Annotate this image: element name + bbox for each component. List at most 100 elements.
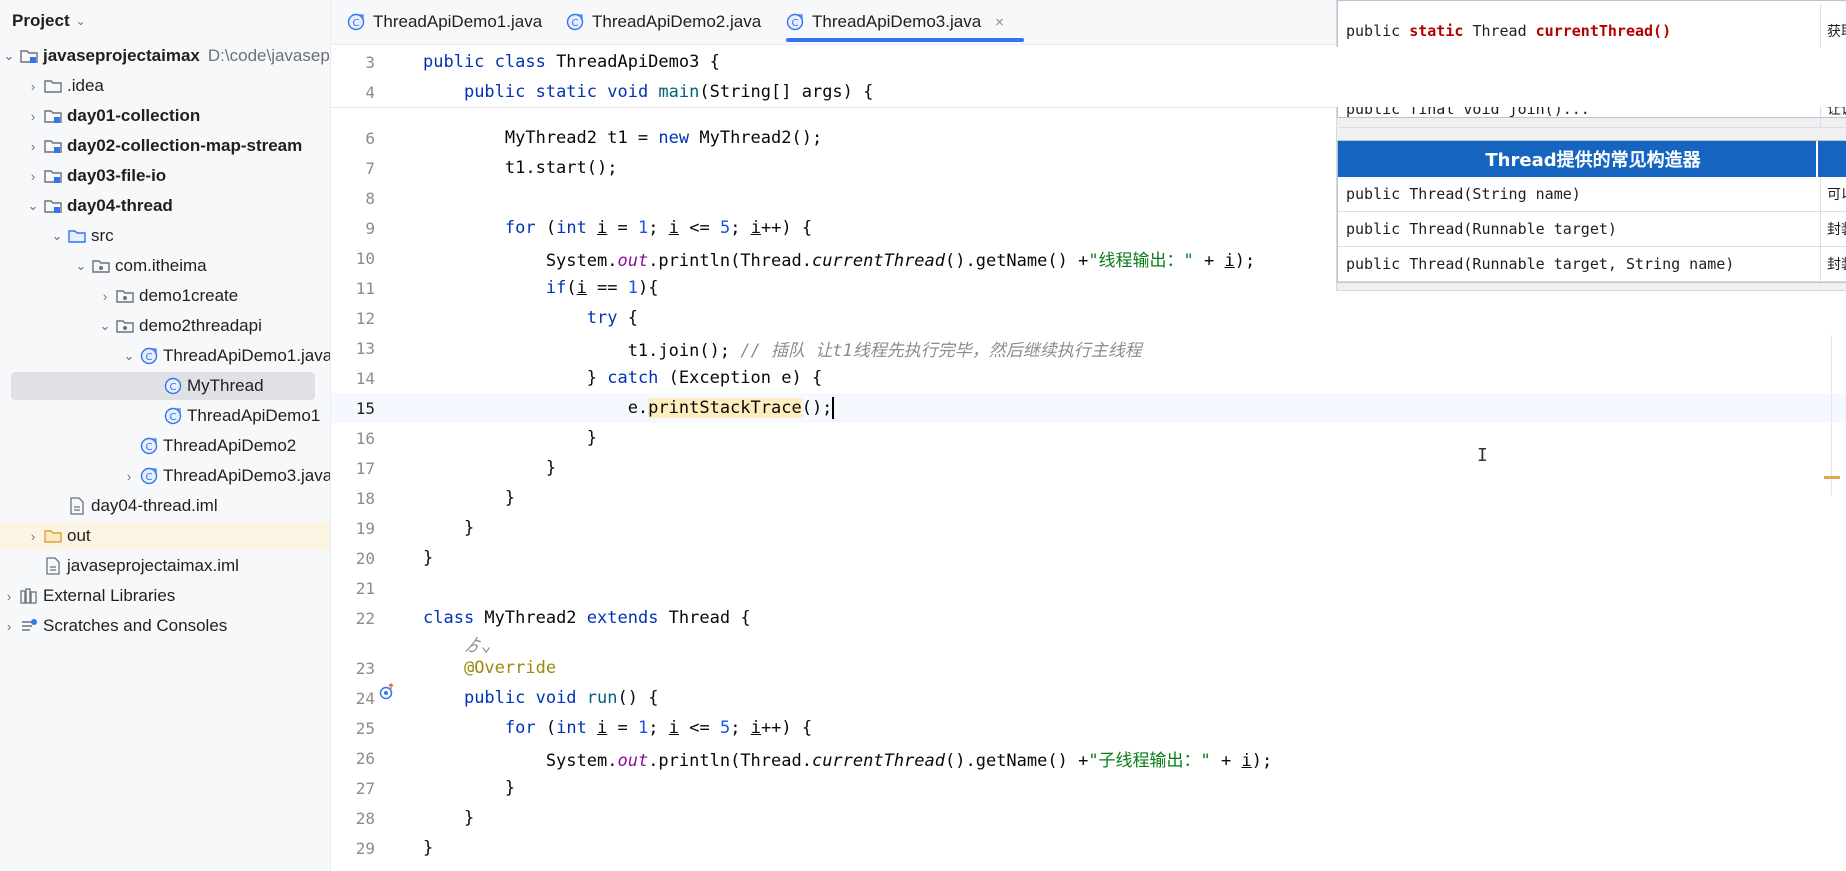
- code-line[interactable]: 13 t1.join(); // 插队 让t1线程先执行完毕，然后继续执行主线程: [331, 333, 1846, 363]
- tree-item-label: day03-file-io: [67, 166, 167, 185]
- tree-item[interactable]: › Scratches and Consoles: [0, 612, 330, 640]
- code-line[interactable]: 23 @Override: [331, 653, 1846, 683]
- tree-item-label: javaseprojectaimax: [43, 46, 200, 65]
- tree-item[interactable]: javaseprojectaimax.iml: [0, 552, 330, 580]
- inlay-hint-row[interactable]: ゟ⌄: [331, 633, 1846, 656]
- code-line[interactable]: 12 try {: [331, 303, 1846, 333]
- code-line[interactable]: 19 }: [331, 513, 1846, 543]
- tree-item[interactable]: ⌄ day04-thread: [0, 192, 330, 220]
- line-number: 18: [355, 488, 375, 508]
- tab-threadapidemo1-java[interactable]: C ThreadApiDemo1.java: [347, 0, 542, 44]
- code-line[interactable]: 3 public class ThreadApiDemo3 {: [331, 47, 1846, 77]
- tree-item[interactable]: › day02-collection-map-stream: [0, 132, 330, 160]
- tree-item[interactable]: C ThreadApiDemo1: [0, 402, 330, 430]
- code-text: if(i == 1){: [545, 278, 659, 298]
- code-line[interactable]: 27 }: [331, 773, 1846, 803]
- tab-threadapidemo3-java[interactable]: C ThreadApiDemo3.java ×: [786, 0, 1024, 44]
- tree-item[interactable]: C ThreadApiDemo2: [0, 432, 330, 460]
- chevron-right-icon[interactable]: ›: [24, 529, 42, 544]
- chevron-right-icon[interactable]: ›: [24, 169, 42, 184]
- code-line[interactable]: 14 } catch (Exception e) {: [331, 363, 1846, 393]
- code-line[interactable]: 18 }: [331, 483, 1846, 513]
- editor-scrollbar[interactable]: [1831, 335, 1832, 495]
- chevron-right-icon[interactable]: ›: [24, 139, 42, 154]
- method-signature: public static Thread currentThread(): [1346, 22, 1672, 40]
- tree-item[interactable]: C MyThread: [11, 372, 315, 400]
- code-line[interactable]: 20}: [331, 543, 1846, 573]
- line-number: 3: [365, 52, 375, 72]
- chevron-right-icon[interactable]: ›: [0, 589, 18, 604]
- tree-item[interactable]: › out: [0, 522, 330, 550]
- tree-item[interactable]: › C ThreadApiDemo3.java: [0, 462, 330, 490]
- code-line[interactable]: 25 for (int i = 1; i <= 5; i++) {: [331, 713, 1846, 743]
- chevron-right-icon[interactable]: ›: [24, 109, 42, 124]
- text-caret: [832, 397, 835, 419]
- override-method-icon[interactable]: [378, 683, 396, 706]
- code-line[interactable]: 15 e.printStackTrace();: [331, 393, 1846, 423]
- chevron-right-icon[interactable]: ›: [0, 619, 18, 634]
- package-icon: [92, 257, 110, 275]
- svg-text:C: C: [170, 412, 177, 423]
- tab-threadapidemo2-java[interactable]: C ThreadApiDemo2.java: [566, 0, 761, 44]
- line-number: 15: [355, 398, 375, 418]
- tree-item[interactable]: › External Libraries: [0, 582, 330, 610]
- close-icon[interactable]: ×: [995, 14, 1004, 31]
- tree-item-label: javaseprojectaimax.iml: [67, 556, 239, 575]
- chevron-down-icon[interactable]: ⌄: [48, 228, 66, 244]
- line-number: 10: [355, 248, 375, 268]
- tree-item[interactable]: day04-thread.iml: [0, 492, 330, 520]
- tree-item-label: day04-thread.iml: [91, 496, 218, 515]
- code-line[interactable]: 17 }: [331, 453, 1846, 483]
- chevron-right-icon[interactable]: ›: [120, 469, 138, 484]
- chevron-down-icon[interactable]: ⌄: [0, 48, 18, 64]
- code-line[interactable]: 26 System.out.println(Thread.currentThre…: [331, 743, 1846, 773]
- project-panel: Project ⌄ ⌄ javaseprojectaimax D:\code\jav…: [0, 0, 331, 871]
- code-line[interactable]: 21: [331, 573, 1846, 603]
- code-line[interactable]: 16 }: [331, 423, 1846, 453]
- java-class-file-icon: C: [786, 13, 804, 31]
- code-line[interactable]: 24 public void run() {: [331, 683, 1846, 713]
- code-text: }: [423, 838, 434, 858]
- excluded-folder-icon: [44, 527, 62, 545]
- chevron-right-icon[interactable]: ›: [24, 79, 42, 94]
- chevron-down-icon[interactable]: ⌄: [120, 348, 138, 364]
- tree-item-label: demo2threadapi: [139, 316, 262, 335]
- tree-item[interactable]: › day03-file-io: [0, 162, 330, 190]
- tree-item[interactable]: ⌄ com.itheima: [0, 252, 330, 280]
- constructor-description: 可以: [1820, 177, 1846, 211]
- tree-item[interactable]: › .idea: [0, 72, 330, 100]
- folder-icon: [44, 77, 62, 95]
- tree-item[interactable]: ⌄ javaseprojectaimax D:\code\javasep: [0, 42, 330, 70]
- code-line[interactable]: 29}: [331, 833, 1846, 863]
- line-number: 29: [355, 838, 375, 858]
- tree-item[interactable]: ⌄ demo2threadapi: [0, 312, 330, 340]
- line-number: 13: [355, 338, 375, 358]
- tree-item-path-hint: D:\code\javasep: [207, 46, 330, 65]
- chevron-down-icon[interactable]: ⌄: [96, 318, 114, 334]
- chevron-down-icon[interactable]: ⌄: [72, 258, 90, 274]
- tree-item[interactable]: ⌄ C ThreadApiDemo1.java: [0, 342, 330, 370]
- tree-item[interactable]: › demo1create: [0, 282, 330, 310]
- code-text: for (int i = 1; i <= 5; i++) {: [504, 718, 813, 738]
- project-view-selector[interactable]: Project ⌄: [0, 0, 330, 42]
- scroll-marker-warning[interactable]: [1824, 476, 1840, 479]
- module-folder-icon: [20, 47, 38, 65]
- constructor-row: public Thread(String name) 可以: [1338, 177, 1846, 212]
- chevron-right-icon[interactable]: ›: [96, 289, 114, 304]
- tree-item[interactable]: ⌄ src: [0, 222, 330, 250]
- chevron-down-icon[interactable]: ⌄: [24, 198, 42, 214]
- tree-item-label: .idea: [67, 76, 104, 95]
- source-folder-icon: [68, 227, 86, 245]
- tree-item-label: day02-collection-map-stream: [67, 136, 303, 155]
- constructor-description: 封装: [1820, 212, 1846, 246]
- code-text: System.out.println(Thread.currentThread(…: [423, 250, 1256, 271]
- svg-text:C: C: [146, 472, 153, 483]
- line-number: 22: [355, 608, 375, 628]
- tree-item[interactable]: › day01-collection: [0, 102, 330, 130]
- code-line[interactable]: 4 public static void main(String[] args)…: [331, 77, 1846, 107]
- reference-slide-overlay: public static Thread currentThread()获取pu…: [1336, 0, 1846, 291]
- code-line[interactable]: 22 class MyThread2 extends Thread {: [331, 603, 1846, 633]
- code-line[interactable]: 28 }: [331, 803, 1846, 833]
- line-number: 28: [355, 808, 375, 828]
- tree-item-label: demo1create: [139, 286, 239, 305]
